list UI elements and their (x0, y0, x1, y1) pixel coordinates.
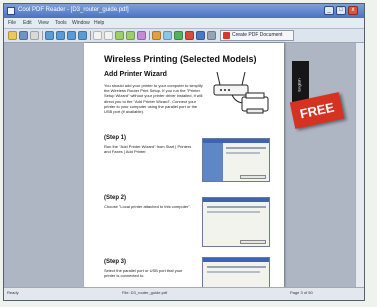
page-title: Wireless Printing (Selected Models) (104, 54, 257, 64)
last-page-icon[interactable] (78, 31, 87, 40)
pdf-icon (223, 32, 230, 39)
select-text-icon[interactable] (163, 31, 172, 40)
printer-port-screenshot (202, 257, 270, 290)
menu-edit[interactable]: Edit (23, 19, 32, 27)
close-button[interactable]: x (348, 6, 358, 15)
step-2-text: Choose "Local printer attached to this c… (104, 204, 191, 209)
section-heading: Add Printer Wizard (104, 71, 167, 78)
minimize-button[interactable]: _ (324, 6, 334, 15)
document-page: Wireless Printing (Selected Models) Add … (84, 43, 284, 290)
options-icon[interactable] (207, 31, 216, 40)
zoom-in-icon[interactable] (93, 31, 102, 40)
convert-icon[interactable] (185, 31, 194, 40)
local-printer-screenshot (202, 197, 270, 247)
pdf-reader-window: Cool PDF Reader - [D3_router_guide.pdf] … (3, 3, 365, 301)
document-viewer[interactable]: Wireless Printing (Selected Models) Add … (4, 43, 364, 290)
previous-page-icon[interactable] (56, 31, 65, 40)
open-icon[interactable] (8, 31, 17, 40)
maximize-button[interactable]: □ (336, 6, 346, 15)
step-1-text: Run the "Add Printer Wizard" from Start … (104, 144, 192, 155)
language-tab-label: English (296, 78, 302, 92)
status-text: Ready (7, 290, 19, 295)
create-pdf-button[interactable]: Create PDF Document (220, 30, 294, 41)
window-title: Cool PDF Reader - [D3_router_guide.pdf] (18, 7, 129, 13)
snapshot-icon[interactable] (174, 31, 183, 40)
menu-window[interactable]: Window (72, 19, 90, 27)
menu-bar: File Edit View Tools Window Help (4, 18, 364, 29)
step-1-label: (Step 1) (104, 135, 127, 141)
menu-tools[interactable]: Tools (55, 19, 67, 27)
intro-paragraph: You should add your printer to your comp… (104, 83, 203, 115)
toolbar-separator (90, 31, 91, 40)
zoom-out-icon[interactable] (104, 31, 113, 40)
add-printer-wizard-screenshot (202, 138, 270, 182)
first-page-icon[interactable] (45, 31, 54, 40)
menu-help[interactable]: Help (94, 19, 104, 27)
router-printer-illustration (213, 71, 269, 114)
step-2-label: (Step 2) (104, 195, 127, 201)
step-3-text: Select the parallel port or USB port tha… (104, 268, 183, 279)
toolbar: Create PDF Document (4, 29, 364, 43)
status-file: File: D3_router_guide.pdf (122, 290, 168, 295)
menu-view[interactable]: View (38, 19, 49, 27)
find-icon[interactable] (152, 31, 161, 40)
rotate-icon[interactable] (137, 31, 146, 40)
fit-page-icon[interactable] (115, 31, 124, 40)
step-3-label: (Step 3) (104, 259, 127, 265)
app-icon (7, 7, 15, 15)
toolbar-separator (42, 31, 43, 40)
status-page: Page 3 of 50 (290, 290, 313, 295)
save-icon[interactable] (19, 31, 28, 40)
status-bar: Ready File: D3_router_guide.pdf Page 3 o… (4, 287, 364, 300)
create-pdf-label: Create PDF Document (232, 32, 283, 38)
toolbar-separator (149, 31, 150, 40)
next-page-icon[interactable] (67, 31, 76, 40)
info-icon[interactable] (196, 31, 205, 40)
print-icon[interactable] (30, 31, 39, 40)
menu-file[interactable]: File (8, 19, 16, 27)
vertical-scrollbar[interactable] (355, 43, 364, 290)
title-bar[interactable]: Cool PDF Reader - [D3_router_guide.pdf] … (4, 4, 364, 18)
fit-width-icon[interactable] (126, 31, 135, 40)
